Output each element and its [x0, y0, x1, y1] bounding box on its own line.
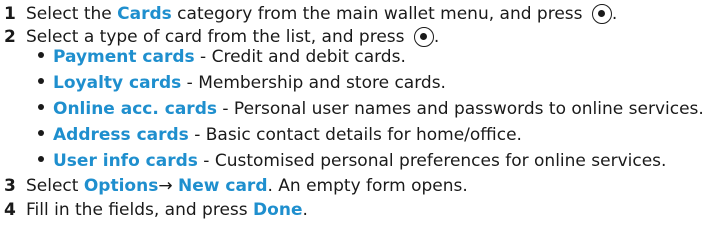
card-type-description: - Credit and debit cards. [194, 47, 406, 67]
card-type-name: Address cards [53, 125, 189, 145]
step-number: 4 [4, 200, 16, 220]
arrow-icon: → [158, 176, 173, 196]
step-number: 2 [4, 27, 16, 47]
card-type-name: Online acc. cards [53, 99, 217, 119]
step-number: 1 [4, 4, 16, 24]
card-type-list: Payment cards - Credit and debit cards. … [38, 44, 704, 174]
list-item: Online acc. cards - Personal user names … [38, 96, 704, 122]
card-type-name: Payment cards [53, 47, 195, 67]
bullet-icon [38, 156, 44, 162]
card-type-description: - Personal user names and passwords to o… [216, 99, 704, 119]
step-4: 4 Fill in the fields, and press Done. [0, 200, 308, 220]
card-type-name: Loyalty cards [53, 73, 182, 93]
step-text: Select [26, 176, 84, 196]
bullet-icon [38, 78, 44, 84]
card-type-description: - Customised personal preferences for on… [197, 151, 667, 171]
list-item: Address cards - Basic contact details fo… [38, 122, 704, 148]
bullet-icon [38, 52, 44, 58]
card-type-description: - Membership and store cards. [181, 73, 446, 93]
list-item: User info cards - Customised personal pr… [38, 148, 704, 174]
step-end: . [611, 4, 618, 24]
keyword-done: Done [253, 200, 303, 220]
step-1: 1 Select the Cards category from the main… [0, 4, 617, 24]
step-text: Fill in the fields, and press [26, 200, 254, 220]
card-type-description: - Basic contact details for home/office. [188, 125, 522, 145]
list-item: Payment cards - Credit and debit cards. [38, 44, 704, 70]
step-text: category from the main wallet menu, and … [171, 4, 588, 24]
card-type-name: User info cards [53, 151, 198, 171]
keyword-options: Options [83, 176, 159, 196]
select-key-icon [591, 4, 612, 24]
bullet-icon [38, 104, 44, 110]
step-3: 3 Select Options→ New card. An empty form… [0, 176, 468, 196]
step-text: . [302, 200, 308, 220]
keyword-new-card: New card [178, 176, 268, 196]
keyword-cards: Cards [117, 4, 172, 24]
instructions-page: 1 Select the Cards category from the main… [0, 0, 711, 243]
list-item: Loyalty cards - Membership and store car… [38, 70, 704, 96]
step-number: 3 [4, 176, 16, 196]
step-text: Select the [26, 4, 118, 24]
bullet-icon [38, 130, 44, 136]
step-text: . An empty form opens. [267, 176, 468, 196]
